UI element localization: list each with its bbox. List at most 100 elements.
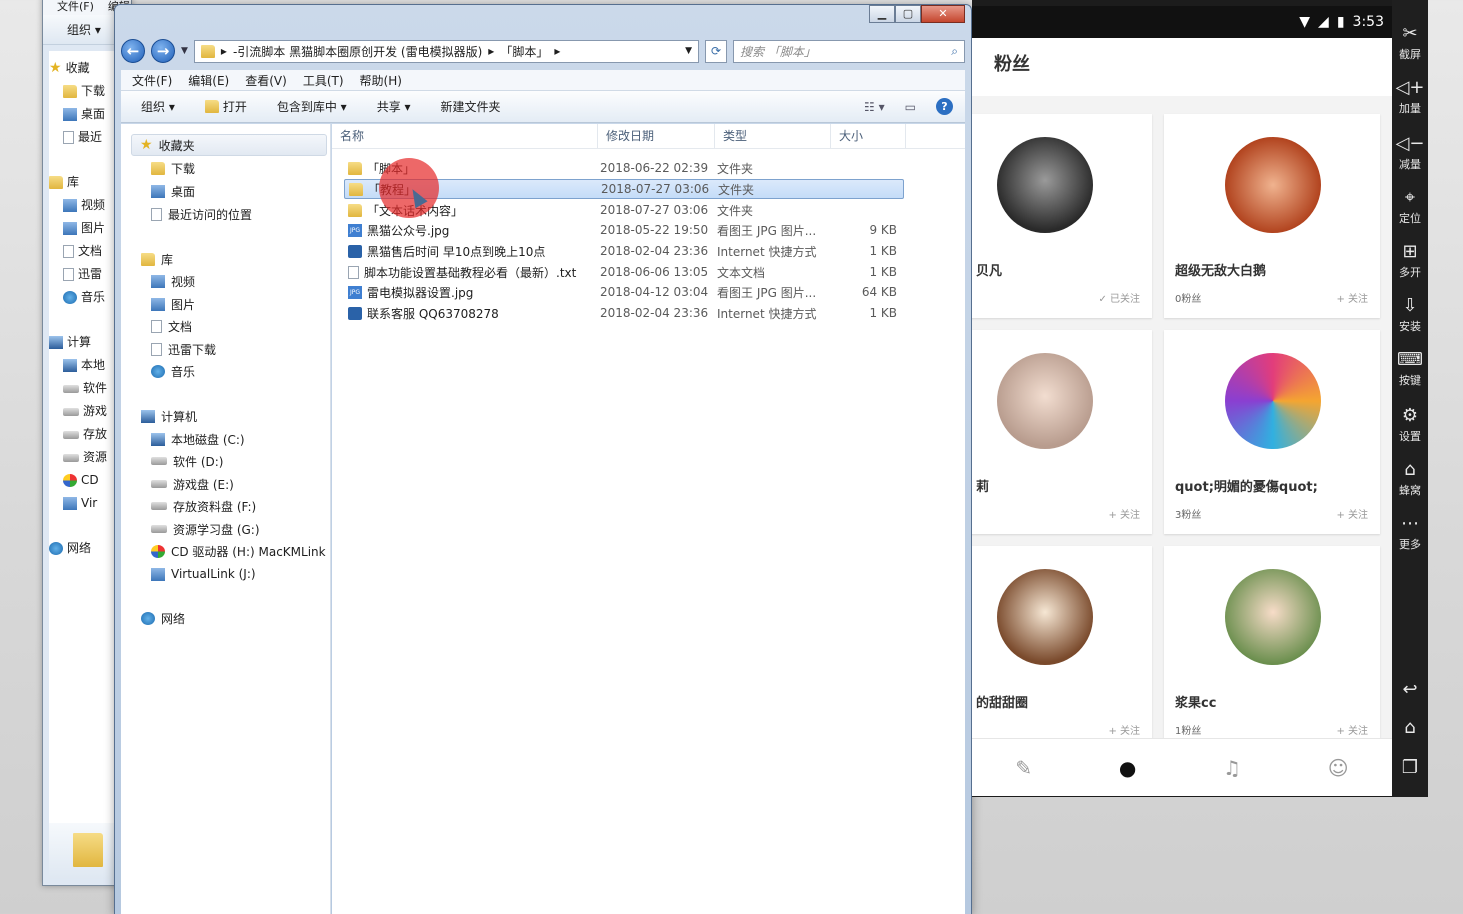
more-button[interactable]: ⋯ 更多 [1392, 512, 1428, 552]
followed-button[interactable]: ✓ 已关注 [1098, 290, 1140, 305]
file-name: 黑猫售后时间 早10点到晚上10点 [367, 244, 546, 259]
fan-card[interactable]: 莉 + 关注 [972, 330, 1152, 534]
follow-button[interactable]: + 关注 [1336, 290, 1368, 305]
help-icon[interactable]: ? [936, 98, 953, 115]
nav-drive-f[interactable]: 存放资料盘 (F:) [151, 495, 256, 517]
search-input[interactable]: 搜索 「脚本」 ⌕ [733, 39, 965, 63]
follow-button[interactable]: + 关注 [1336, 722, 1368, 737]
new-folder-button[interactable]: 新建文件夹 [441, 98, 501, 115]
maximize-button[interactable]: ▢ [895, 5, 921, 23]
android-emulator[interactable]: ▼ ◢ ▮ 3:53 粉丝 贝凡 ✓ 已关注 超级无敌大白鹅 0粉丝 + 关注 … [972, 0, 1428, 797]
volume-up-button[interactable]: ◁+ 加量 [1392, 76, 1428, 116]
history-dropdown-icon[interactable]: ▼ [181, 46, 188, 56]
organize-button[interactable]: 组织 ▾ [141, 98, 175, 115]
file-row[interactable]: 联系客服 QQ63708278 2018-02-04 23:36 Interne… [344, 303, 904, 323]
star-icon: ★ [140, 136, 153, 153]
volume-down-button[interactable]: ◁− 减量 [1392, 132, 1428, 172]
menu-tools[interactable]: 工具(T) [303, 72, 344, 89]
nav-network[interactable]: 网络 [141, 607, 185, 629]
address-dropdown-icon[interactable]: ▼ [685, 46, 692, 56]
compass-icon[interactable]: ● [1119, 756, 1136, 780]
bell-icon[interactable]: ♫ [1223, 756, 1241, 780]
edit-icon[interactable]: ✎ [1015, 756, 1032, 780]
nav-videos[interactable]: 视频 [151, 270, 195, 292]
recents-nav-button[interactable]: ❐ [1392, 756, 1428, 780]
text-file-icon [348, 265, 359, 279]
file-row[interactable]: 脚本功能设置基础教程必看（最新）.txt 2018-06-06 13:05 文本… [344, 262, 904, 282]
column-name[interactable]: 名称 [332, 124, 598, 148]
bg-organize-button[interactable]: 组织 ▾ [67, 21, 101, 38]
location-button[interactable]: ⌖ 定位 [1392, 186, 1428, 226]
bg-menu-file[interactable]: 文件(F) [57, 0, 94, 14]
nav-recent[interactable]: 最近访问的位置 [151, 203, 252, 225]
nav-downloads[interactable]: 下载 [151, 157, 195, 179]
fan-card[interactable]: 超级无敌大白鹅 0粉丝 + 关注 [1164, 114, 1380, 318]
menu-edit[interactable]: 编辑(E) [188, 72, 229, 89]
fan-card[interactable]: 浆果cc 1粉丝 + 关注 [1164, 546, 1380, 750]
nav-drive-g[interactable]: 资源学习盘 (G:) [151, 518, 260, 540]
follow-button[interactable]: + 关注 [1336, 506, 1368, 521]
column-date[interactable]: 修改日期 [598, 124, 715, 148]
column-size[interactable]: 大小 [831, 124, 906, 148]
screenshot-button[interactable]: ✂ 截屏 [1392, 22, 1428, 62]
settings-button[interactable]: ⚙ 设置 [1392, 404, 1428, 444]
include-in-library-button[interactable]: 包含到库中 ▾ [277, 98, 347, 115]
search-placeholder: 搜索 「脚本」 [740, 44, 816, 59]
menu-help[interactable]: 帮助(H) [360, 72, 402, 89]
breadcrumb-item[interactable]: 「脚本」 [500, 43, 548, 60]
emulator-toolbar: ✂ 截屏 ◁+ 加量 ◁− 减量 ⌖ 定位 ⊞ 多开 ⇩ 安装 ⌨ 按键 ⚙ 设置 ⌂ 蜂窝 ⋯ 更… [1392, 0, 1428, 797]
profile-icon[interactable]: ☺ [1328, 756, 1349, 780]
home-nav-button[interactable]: ⌂ [1392, 716, 1428, 740]
nav-documents[interactable]: 文档 [151, 315, 192, 337]
preview-pane-icon[interactable]: ▭ [905, 100, 916, 114]
explorer-window[interactable]: ▁ ▢ ✕ ← → ▼ ▸ -引流脚本 黑猫脚本圈原创开发 (雷电模拟器版) ▸… [114, 4, 972, 914]
nav-libraries[interactable]: 库 [141, 248, 173, 270]
command-bar: 组织 ▾ 打开 包含到库中 ▾ 共享 ▾ 新建文件夹 ☷ ▾ ▭ ? [121, 91, 965, 123]
open-button[interactable]: 打开 [204, 98, 247, 115]
search-icon[interactable]: ⌕ [951, 44, 958, 59]
breadcrumb-item[interactable]: -引流脚本 黑猫脚本圈原创开发 (雷电模拟器版) [233, 43, 482, 60]
file-type: 文件夹 [717, 203, 754, 218]
follow-button[interactable]: + 关注 [1108, 506, 1140, 521]
file-row[interactable]: 黑猫售后时间 早10点到晚上10点 2018-02-04 23:36 Inter… [344, 241, 904, 261]
multi-instance-button[interactable]: ⊞ 多开 [1392, 240, 1428, 280]
fan-name: 的甜甜圈 [976, 696, 1029, 711]
install-apk-button[interactable]: ⇩ 安装 [1392, 294, 1428, 334]
avatar [997, 353, 1093, 449]
desktop-icon [151, 184, 165, 198]
view-options-icon[interactable]: ☷ ▾ [864, 100, 885, 114]
follow-button[interactable]: + 关注 [1108, 722, 1140, 737]
back-button[interactable]: ← [121, 39, 145, 63]
share-button[interactable]: 共享 ▾ [377, 98, 411, 115]
file-row[interactable]: JPG 黑猫公众号.jpg 2018-05-22 19:50 看图王 JPG 图片… [344, 220, 904, 240]
address-bar[interactable]: ▸ -引流脚本 黑猫脚本圈原创开发 (雷电模拟器版) ▸ 「脚本」 ▸ ▼ [193, 39, 699, 63]
keymap-button[interactable]: ⌨ 按键 [1392, 348, 1428, 388]
nav-pictures[interactable]: 图片 [151, 293, 195, 315]
close-button[interactable]: ✕ [921, 5, 965, 23]
nav-drive-h[interactable]: CD 驱动器 (H:) MacKMLink [151, 540, 326, 562]
hive-icon: ⌂ [1404, 459, 1416, 480]
forward-button[interactable]: → [151, 39, 175, 63]
fan-card[interactable]: 的甜甜圈 + 关注 [972, 546, 1152, 750]
file-date: 2018-04-12 03:04 [600, 285, 709, 299]
folder-icon [348, 203, 362, 217]
refresh-button[interactable]: ⟳ [705, 39, 727, 63]
nav-drive-d[interactable]: 软件 (D:) [151, 450, 223, 472]
nav-thunder-downloads[interactable]: 迅雷下载 [151, 338, 216, 360]
nav-drive-e[interactable]: 游戏盘 (E:) [151, 473, 234, 495]
minimize-button[interactable]: ▁ [869, 5, 895, 23]
hive-button[interactable]: ⌂ 蜂窝 [1392, 458, 1428, 498]
nav-computer[interactable]: 计算机 [141, 405, 197, 427]
menu-file[interactable]: 文件(F) [132, 72, 172, 89]
nav-favorites[interactable]: ★ 收藏夹 [131, 134, 327, 156]
file-row[interactable]: JPG 雷电模拟器设置.jpg 2018-04-12 03:04 看图王 JPG … [344, 282, 904, 302]
menu-view[interactable]: 查看(V) [245, 72, 287, 89]
nav-music[interactable]: 音乐 [151, 360, 195, 382]
fan-card[interactable]: quot;明媚的憂傷quot; 3粉丝 + 关注 [1164, 330, 1380, 534]
fan-card[interactable]: 贝凡 ✓ 已关注 [972, 114, 1152, 318]
nav-drive-c[interactable]: 本地磁盘 (C:) [151, 428, 245, 450]
nav-drive-j[interactable]: VirtualLink (J:) [151, 563, 256, 585]
nav-desktop[interactable]: 桌面 [151, 180, 195, 202]
column-type[interactable]: 类型 [715, 124, 831, 148]
back-nav-button[interactable]: ↩ [1392, 678, 1428, 702]
